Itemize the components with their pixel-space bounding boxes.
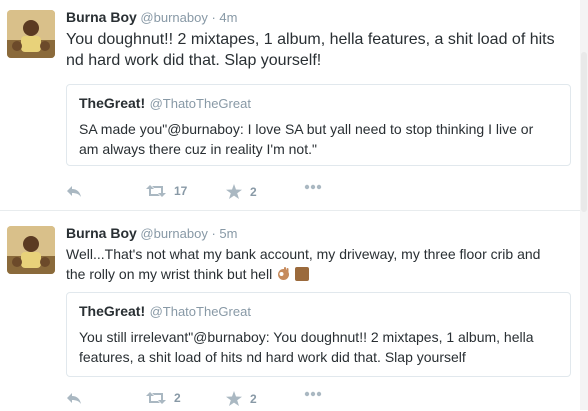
quoted-username: @ThatoTheGreat	[149, 96, 251, 111]
favorite-count: 2	[250, 184, 257, 199]
display-name[interactable]: Burna Boy	[66, 9, 137, 25]
quoted-tweet[interactable]: TheGreat! @ThatoTheGreat You still irrel…	[66, 292, 571, 377]
retweet-icon	[146, 392, 166, 404]
quoted-text-line: You still irrelevant"@burnaboy: You doug…	[79, 329, 534, 345]
favorite-count: 2	[250, 391, 257, 406]
quoted-text-line: SA made you"@burnaboy: I love SA but yal…	[79, 121, 534, 137]
username[interactable]: @burnaboy	[140, 10, 207, 25]
retweet-count: 17	[174, 184, 188, 198]
scrollbar-thumb[interactable]	[581, 52, 587, 212]
reply-icon	[67, 186, 81, 197]
avatar[interactable]	[7, 10, 55, 58]
tweet-text-line: nd hard work did that. Slap yourself!	[66, 52, 322, 69]
tweet[interactable]: Burna Boy @burnaboy · 4m You doughnut!! …	[0, 0, 588, 210]
avatar[interactable]	[7, 226, 55, 274]
separator: ·	[211, 10, 216, 25]
avatar-image	[7, 226, 55, 274]
retweet-button[interactable]: 17	[146, 184, 187, 198]
reply-button[interactable]	[66, 391, 82, 405]
reply-button[interactable]	[66, 184, 82, 198]
quoted-tweet-header: TheGreat! @ThatoTheGreat	[79, 95, 251, 113]
tweet-actions: 17 2	[66, 184, 366, 204]
more-button[interactable]	[304, 184, 322, 190]
more-button[interactable]	[304, 391, 322, 397]
favorite-button[interactable]: 2	[226, 391, 257, 406]
quoted-tweet[interactable]: TheGreat! @ThatoTheGreat SA made you"@bu…	[66, 84, 571, 166]
tweet-text-line: Well...That's not what my bank account, …	[66, 246, 541, 262]
avatar-image	[7, 10, 55, 58]
tweet-header: Burna Boy @burnaboy · 5m	[66, 225, 237, 242]
retweet-button[interactable]: 2	[146, 391, 181, 405]
quoted-display-name: TheGreat!	[79, 303, 146, 319]
tweet-header: Burna Boy @burnaboy · 4m	[66, 9, 237, 26]
tweet-actions: 2 2	[66, 391, 366, 411]
tweet[interactable]: Burna Boy @burnaboy · 5m Well...That's n…	[0, 211, 588, 410]
tweet-text: You doughnut!! 2 mixtapes, 1 album, hell…	[66, 29, 555, 71]
quoted-text-line: am always there cuz in reality I'm not."	[79, 141, 317, 157]
quoted-tweet-header: TheGreat! @ThatoTheGreat	[79, 303, 251, 321]
quoted-text-line: features, a shit load of hits nd hard wo…	[79, 349, 466, 365]
quoted-display-name: TheGreat!	[79, 95, 146, 111]
skin-tone-modifier-icon	[295, 267, 310, 281]
retweet-count: 2	[174, 391, 181, 405]
favorite-button[interactable]: 2	[226, 184, 257, 199]
username[interactable]: @burnaboy	[140, 226, 207, 241]
tweet-text-line: the rolly on my wrist think but hell	[66, 266, 273, 282]
retweet-icon	[146, 185, 166, 197]
quoted-username: @ThatoTheGreat	[149, 304, 251, 319]
favorite-star-icon	[226, 184, 242, 199]
tweet-text-line-with-emoji: the rolly on my wrist think but hell	[66, 264, 540, 284]
timestamp[interactable]: 5m	[219, 226, 237, 241]
ok-hand-emoji-icon	[278, 267, 290, 280]
quoted-tweet-text: SA made you"@burnaboy: I love SA but yal…	[79, 119, 560, 159]
quoted-tweet-text: You still irrelevant"@burnaboy: You doug…	[79, 327, 560, 367]
more-dots-icon	[304, 391, 322, 397]
tweet-text: Well...That's not what my bank account, …	[66, 244, 540, 284]
scrollbar[interactable]	[580, 0, 588, 410]
favorite-star-icon	[226, 391, 242, 406]
reply-icon	[67, 393, 81, 404]
separator: ·	[211, 226, 216, 241]
more-dots-icon	[304, 184, 322, 190]
display-name[interactable]: Burna Boy	[66, 225, 137, 241]
tweet-text-line: You doughnut!! 2 mixtapes, 1 album, hell…	[66, 31, 555, 48]
timestamp[interactable]: 4m	[219, 10, 237, 25]
